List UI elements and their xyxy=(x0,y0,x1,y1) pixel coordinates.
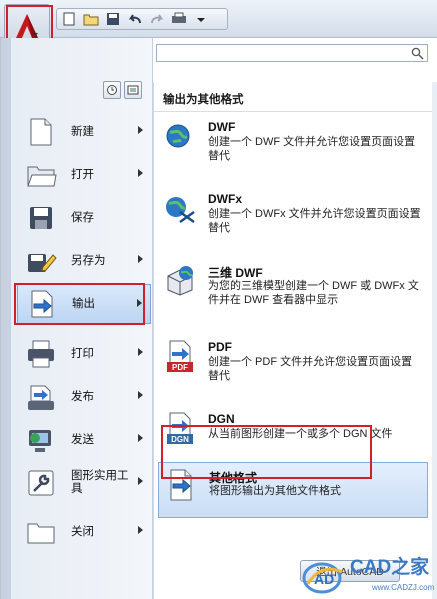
menu-item-label: 输出 xyxy=(72,297,95,310)
menu-item-label: 发送 xyxy=(71,433,94,446)
submenu-arrow-icon xyxy=(138,348,143,356)
menu-item-label: 关闭 xyxy=(71,525,94,538)
entry-description: 从当前图形创建一个或多个 DGN 文件 xyxy=(208,428,393,440)
menu-left-column: 新建 打开 保存 另存为 输出 打印 发布 发送 图形实用工具 关闭 xyxy=(1,38,153,599)
dropdown-icon[interactable] xyxy=(193,11,209,27)
submenu-arrow-icon xyxy=(138,434,143,442)
menu-item-drawing-utilities[interactable]: 图形实用工具 xyxy=(17,463,151,503)
svg-text:AD: AD xyxy=(314,571,334,587)
menu-item-label: 图形实用工具 xyxy=(71,470,129,495)
other-formats-icon xyxy=(170,469,192,501)
print-icon xyxy=(28,340,54,368)
new-file-icon xyxy=(30,118,52,146)
entry-description: 创建一个 DWF 文件并允许您设置页面设置替代 xyxy=(208,136,416,162)
3d-dwf-icon xyxy=(167,266,193,296)
open-icon[interactable] xyxy=(83,11,99,27)
menu-item-export[interactable]: 输出 xyxy=(17,284,151,324)
entry-description: 将图形输出为其他文件格式 xyxy=(209,485,341,497)
entry-description: 为您的三维模型创建一个 DWF 或 DWFx 文件并在 DWF 查看器中显示 xyxy=(208,280,419,306)
menu-item-send[interactable]: 发送 xyxy=(17,420,151,460)
submenu-arrow-icon xyxy=(138,126,143,134)
export-icon xyxy=(31,290,53,318)
menu-item-open[interactable]: 打开 xyxy=(17,155,151,195)
entry-description: 创建一个 DWFx 文件并允许您设置页面设置替代 xyxy=(208,208,421,234)
dwfx-globe-icon xyxy=(166,197,195,224)
submenu-header: 输出为其他格式 xyxy=(154,82,433,112)
submenu-entry-pdf[interactable]: PDF PDF 创建一个 PDF 文件并允许您设置页面设置替代 xyxy=(158,340,428,400)
menu-item-label: 保存 xyxy=(71,211,94,224)
menu-item-new[interactable]: 新建 xyxy=(17,112,151,152)
save-icon xyxy=(30,207,52,229)
open-folder-icon xyxy=(27,166,57,187)
entry-title: DWFx xyxy=(208,192,242,206)
submenu-title: 输出为其他格式 xyxy=(163,94,244,106)
submenu-arrow-icon xyxy=(138,255,143,263)
submenu-scrollbar[interactable] xyxy=(432,82,437,599)
drawing-utilities-icon xyxy=(28,470,54,496)
entry-description: 创建一个 PDF 文件并允许您设置页面设置替代 xyxy=(208,356,413,382)
watermark-text: CAD之家 xyxy=(350,557,430,578)
submenu-arrow-icon xyxy=(138,169,143,177)
dwf-globe-icon xyxy=(166,124,190,148)
undo-icon[interactable] xyxy=(127,11,143,27)
submenu-entry-dgn[interactable]: DGN DGN 从当前图形创建一个或多个 DGN 文件 xyxy=(158,412,428,460)
submenu-arrow-icon xyxy=(137,299,142,307)
submenu-arrow-icon xyxy=(138,526,143,534)
dgn-icon: DGN xyxy=(167,412,193,444)
open-documents-icon[interactable] xyxy=(124,81,142,99)
pdf-badge-text: PDF xyxy=(172,363,188,372)
entry-title: DWF xyxy=(208,120,236,134)
menu-item-save-as[interactable]: 另存为 xyxy=(17,241,151,281)
submenu-arrow-icon xyxy=(138,477,143,485)
submenu-arrow-icon xyxy=(138,391,143,399)
entry-title: PDF xyxy=(208,340,232,354)
view-toggles xyxy=(103,81,142,99)
menu-item-close[interactable]: 关闭 xyxy=(17,512,151,552)
pdf-icon: PDF xyxy=(167,340,193,372)
menu-item-label: 新建 xyxy=(71,125,94,138)
save-as-icon xyxy=(28,254,57,272)
left-edge-shadow xyxy=(1,38,11,599)
submenu-entry-3d-dwf[interactable]: 三维 DWF 为您的三维模型创建一个 DWF 或 DWFx 文件并在 DWF 查… xyxy=(158,264,428,324)
send-icon xyxy=(29,430,51,452)
dgn-badge-text: DGN xyxy=(171,435,189,444)
application-menu: 新建 打开 保存 另存为 输出 打印 发布 发送 图形实用工具 关闭 输出为其他… xyxy=(0,38,437,599)
plot-icon[interactable] xyxy=(171,11,187,27)
redo-icon[interactable] xyxy=(149,11,165,27)
close-file-icon xyxy=(27,523,55,544)
menu-item-save[interactable]: 保存 xyxy=(17,198,151,238)
autocad-logo-icon xyxy=(16,14,38,38)
menu-item-label: 另存为 xyxy=(71,254,106,267)
menu-item-label: 发布 xyxy=(71,390,94,403)
entry-title: DGN xyxy=(208,412,235,426)
submenu-entry-dwfx[interactable]: DWFx 创建一个 DWFx 文件并允许您设置页面设置替代 xyxy=(158,192,428,252)
quick-access-toolbar xyxy=(0,0,437,38)
new-icon[interactable] xyxy=(61,11,77,27)
publish-icon xyxy=(28,385,54,410)
watermark-url: www.CADZJ.com xyxy=(372,583,435,592)
quick-access-group xyxy=(56,8,228,30)
save-icon[interactable] xyxy=(105,11,121,27)
menu-item-print[interactable]: 打印 xyxy=(17,334,151,374)
menu-item-label: 打印 xyxy=(71,347,94,360)
search-input[interactable] xyxy=(156,44,428,62)
submenu-entry-other-formats[interactable]: 其他格式 将图形输出为其他文件格式 xyxy=(158,462,428,518)
menu-item-publish[interactable]: 发布 xyxy=(17,377,151,417)
recent-documents-icon[interactable] xyxy=(103,81,121,99)
search-icon xyxy=(411,47,424,60)
submenu-entry-dwf[interactable]: DWF 创建一个 DWF 文件并允许您设置页面设置替代 xyxy=(158,120,428,180)
export-submenu: 输出为其他格式 DWF 创建一个 DWF 文件并允许您设置页面设置替代 DWFx… xyxy=(153,82,433,599)
menu-item-label: 打开 xyxy=(71,168,94,181)
